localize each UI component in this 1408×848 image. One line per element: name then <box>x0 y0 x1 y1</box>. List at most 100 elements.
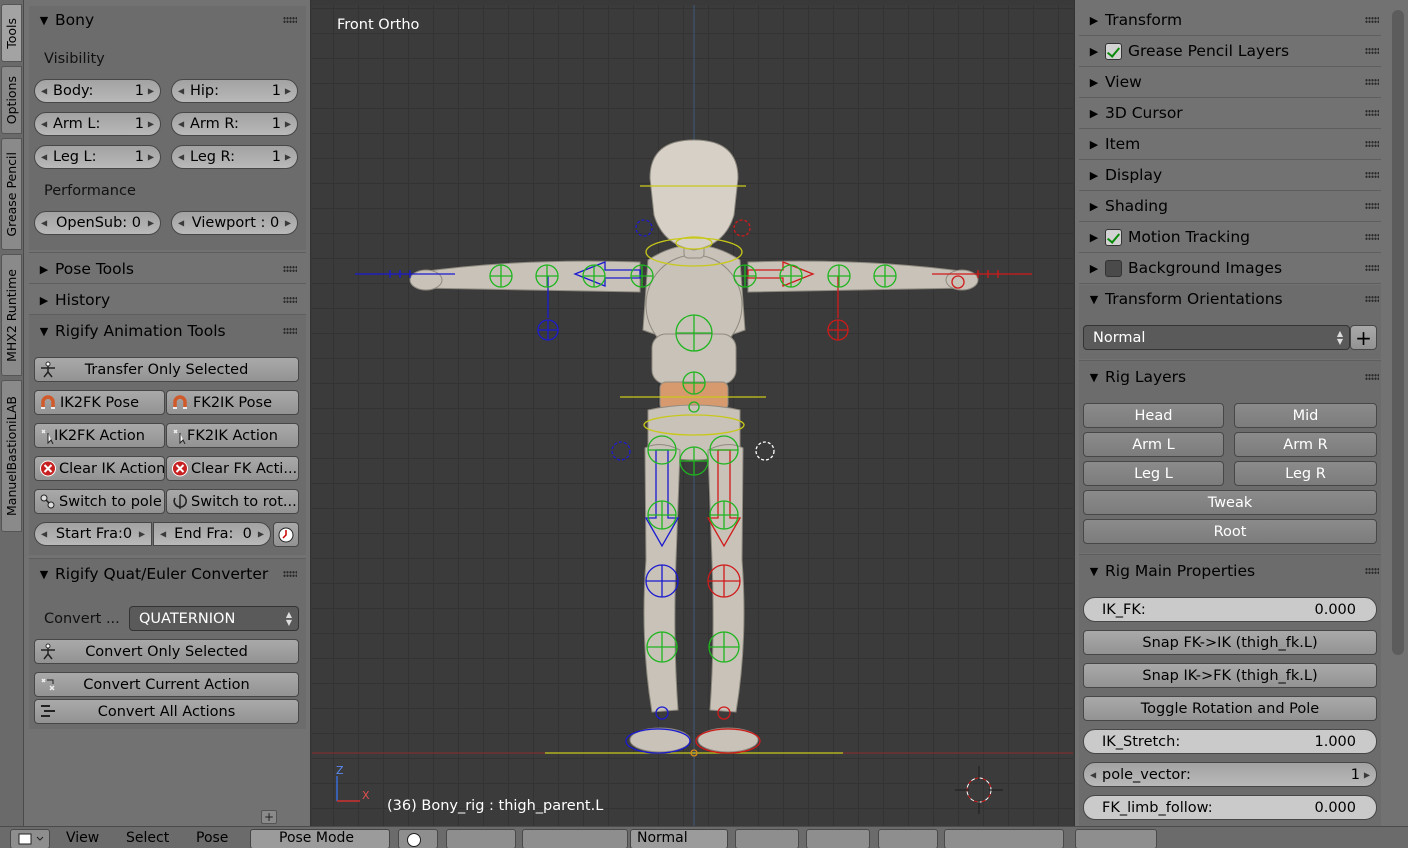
drag-grip-icon[interactable] <box>1365 264 1379 272</box>
menu-view[interactable]: View <box>66 830 99 846</box>
add-icon[interactable]: + <box>261 810 277 824</box>
arrow-left-icon[interactable]: ◀ <box>178 219 184 228</box>
arrow-right-icon[interactable]: ▶ <box>148 120 154 129</box>
mode-select[interactable]: Pose Mode <box>250 829 390 848</box>
transform-orientation-select[interactable]: Normal <box>630 829 728 848</box>
arrow-right-icon[interactable]: ▶ <box>148 87 154 96</box>
switch-to-pole-button[interactable]: Switch to pole <box>34 489 165 514</box>
rig-layer-leg-l-toggle[interactable]: Leg L <box>1083 461 1224 486</box>
panel-header-history[interactable]: ▶ History <box>37 286 297 314</box>
orientation-select[interactable]: Normal ▲ ▼ <box>1083 325 1350 350</box>
arrow-right-icon[interactable]: ▶ <box>139 530 145 539</box>
arrow-left-icon[interactable]: ◀ <box>178 87 184 96</box>
rotation-mode-select[interactable]: QUATERNION ▲ ▼ <box>129 606 299 631</box>
arm-r-field[interactable]: ◀ Arm R: 1 ▶ <box>171 112 298 136</box>
rig-layer-root-toggle[interactable]: Root <box>1083 519 1377 544</box>
panel-header-transform[interactable]: ▶ Transform <box>1087 6 1379 34</box>
clear-fk-action-button[interactable]: Clear FK Acti... <box>166 456 299 481</box>
proportional-edit-button[interactable] <box>878 829 938 848</box>
drag-grip-icon[interactable] <box>1365 140 1379 148</box>
arrow-left-icon[interactable]: ◀ <box>178 153 184 162</box>
ik2fk-pose-button[interactable]: IK2FK Pose <box>34 390 165 415</box>
fk2ik-pose-button[interactable]: FK2IK Pose <box>166 390 299 415</box>
leg-l-field[interactable]: ◀ Leg L: 1 ▶ <box>34 145 161 169</box>
arrow-right-icon[interactable]: ▶ <box>285 219 291 228</box>
rig-layer-leg-r-toggle[interactable]: Leg R <box>1234 461 1377 486</box>
drag-grip-icon[interactable] <box>1365 109 1379 117</box>
arrow-left-icon[interactable]: ◀ <box>41 530 47 539</box>
panel-header-transform-orientations[interactable]: ▼ Transform Orientations <box>1087 285 1379 313</box>
opensub-field[interactable]: ◀ OpenSub: 0 ▶ <box>34 211 161 235</box>
arrow-right-icon[interactable]: ▶ <box>258 530 264 539</box>
drag-grip-icon[interactable] <box>1365 373 1379 381</box>
drag-grip-icon[interactable] <box>1365 567 1379 575</box>
pose-copy-paste-buttons[interactable] <box>1075 829 1157 848</box>
panel-header-shading[interactable]: ▶ Shading <box>1087 192 1379 220</box>
panel-header-bony[interactable]: ▼ Bony <box>37 6 297 34</box>
body-field[interactable]: ◀ Body: 1 ▶ <box>34 79 161 103</box>
hip-field[interactable]: ◀ Hip: 1 ▶ <box>171 79 298 103</box>
snap-ik-to-fk-button[interactable]: Snap IK->FK (thigh_fk.L) <box>1083 663 1377 688</box>
tab-manuelbastionilab[interactable]: ManuelBastioniLAB <box>1 380 22 532</box>
drag-grip-icon[interactable] <box>283 296 297 304</box>
manipulator-buttons[interactable] <box>522 829 628 848</box>
convert-only-selected-button[interactable]: Convert Only Selected <box>34 639 299 664</box>
arrow-right-icon[interactable]: ▶ <box>285 120 291 129</box>
arrow-left-icon[interactable]: ◀ <box>41 219 47 228</box>
3d-cursor[interactable] <box>955 766 1003 814</box>
drag-grip-icon[interactable] <box>283 265 297 273</box>
convert-current-action-button[interactable]: Convert Current Action <box>34 672 299 697</box>
viewport-shading-select[interactable] <box>398 829 438 848</box>
editor-type-button[interactable] <box>10 829 50 848</box>
panel-header-display[interactable]: ▶ Display <box>1087 161 1379 189</box>
drag-grip-icon[interactable] <box>283 16 297 24</box>
panel-header-grease-pencil-layers[interactable]: ▶ Grease Pencil Layers <box>1087 37 1379 65</box>
rig-layer-tweak-toggle[interactable]: Tweak <box>1083 490 1377 515</box>
layer-buttons[interactable] <box>735 829 799 848</box>
transfer-only-selected-button[interactable]: Transfer Only Selected <box>34 357 299 382</box>
arrow-right-icon[interactable]: ▶ <box>148 219 154 228</box>
ik2fk-action-button[interactable]: IK2FK Action <box>34 423 165 448</box>
arrow-right-icon[interactable]: ▶ <box>285 87 291 96</box>
arrow-left-icon[interactable]: ◀ <box>160 530 166 539</box>
drag-grip-icon[interactable] <box>283 327 297 335</box>
panel-header-background-images[interactable]: ▶ Background Images <box>1087 254 1379 282</box>
arrow-left-icon[interactable]: ◀ <box>178 120 184 129</box>
arrow-left-icon[interactable]: ◀ <box>1090 770 1096 779</box>
time-button[interactable] <box>273 522 299 547</box>
arrow-right-icon[interactable]: ▶ <box>148 153 154 162</box>
drag-grip-icon[interactable] <box>1365 47 1379 55</box>
rig-layer-arm-r-toggle[interactable]: Arm R <box>1234 432 1377 457</box>
panel-header-quat-euler-converter[interactable]: ▼ Rigify Quat/Euler Converter <box>37 560 297 588</box>
fk2ik-action-button[interactable]: FK2IK Action <box>166 423 299 448</box>
rig-layer-arm-l-toggle[interactable]: Arm L <box>1083 432 1224 457</box>
panel-header-rig-main-properties[interactable]: ▼ Rig Main Properties <box>1087 557 1379 585</box>
snap-fk-to-ik-button[interactable]: Snap FK->IK (thigh_fk.L) <box>1083 630 1377 655</box>
arrow-left-icon[interactable]: ◀ <box>41 153 47 162</box>
panel-header-view[interactable]: ▶ View <box>1087 68 1379 96</box>
layer-buttons-2[interactable] <box>806 829 870 848</box>
tab-tools[interactable]: Tools <box>1 4 22 62</box>
add-orientation-button[interactable]: + <box>1350 325 1377 350</box>
rig-layer-mid-toggle[interactable]: Mid <box>1234 403 1377 428</box>
switch-to-rotation-button[interactable]: Switch to rot... <box>166 489 299 514</box>
arrow-left-icon[interactable]: ◀ <box>41 87 47 96</box>
rig-layer-head-toggle[interactable]: Head <box>1083 403 1224 428</box>
checkbox-background-images[interactable] <box>1105 259 1122 277</box>
arm-l-field[interactable]: ◀ Arm L: 1 ▶ <box>34 112 161 136</box>
drag-grip-icon[interactable] <box>283 570 297 578</box>
tab-options[interactable]: Options <box>1 66 22 134</box>
leg-r-field[interactable]: ◀ Leg R: 1 ▶ <box>171 145 298 169</box>
panel-header-rig-layers[interactable]: ▼ Rig Layers <box>1087 363 1379 391</box>
menu-pose[interactable]: Pose <box>196 830 228 846</box>
tab-mhx2-runtime[interactable]: MHX2 Runtime <box>1 254 22 376</box>
panel-header-item[interactable]: ▶ Item <box>1087 130 1379 158</box>
arrow-left-icon[interactable]: ◀ <box>41 120 47 129</box>
drag-grip-icon[interactable] <box>1365 233 1379 241</box>
end-frame-field[interactable]: ◀ End Fra: 0 ▶ <box>153 522 271 546</box>
character-scene[interactable]: Z X <box>312 5 1073 826</box>
arrow-right-icon[interactable]: ▶ <box>285 153 291 162</box>
3d-viewport[interactable]: Front Ortho Z X (36) Bony_rig: thigh_pa… <box>312 5 1073 826</box>
rig-right-side[interactable] <box>695 261 1032 754</box>
panel-header-motion-tracking[interactable]: ▶ Motion Tracking <box>1087 223 1379 251</box>
